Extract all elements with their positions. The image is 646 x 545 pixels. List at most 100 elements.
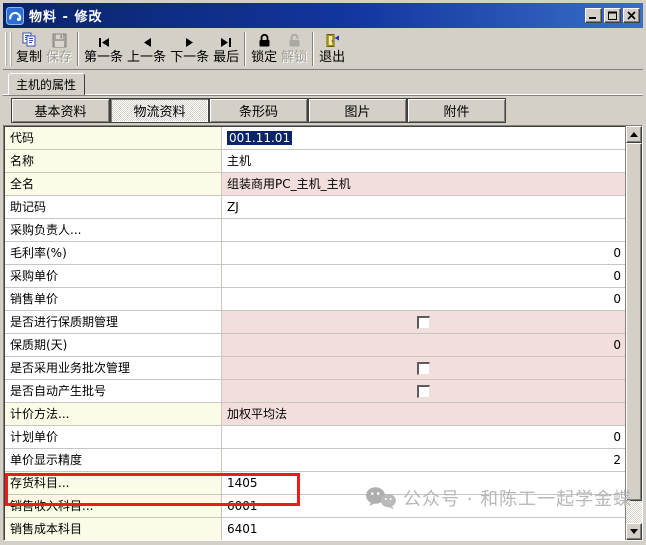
row-label: 销售收入科目... <box>5 495 222 518</box>
prev-icon <box>139 32 155 48</box>
last-icon <box>218 32 234 48</box>
save-button: 保存 <box>44 30 74 68</box>
row-value[interactable]: 6401 <box>222 518 625 540</box>
scroll-up-button[interactable] <box>626 126 642 143</box>
toolbar-separator <box>244 32 246 66</box>
row-value[interactable]: 0 <box>222 242 625 265</box>
titlebar: 物料 - 修改 <box>3 3 643 28</box>
row-value[interactable]: 2 <box>222 449 625 472</box>
minimize-button[interactable] <box>585 8 602 23</box>
row-value[interactable]: ZJ <box>222 196 625 219</box>
kingdee-logo-icon[interactable] <box>6 6 25 25</box>
row-value[interactable]: 0 <box>222 334 625 357</box>
row-value[interactable]: 0 <box>222 288 625 311</box>
grid-row: 采购负责人... <box>5 219 625 242</box>
unlock-button: 解锁 <box>279 30 309 68</box>
row-label: 名称 <box>5 150 222 173</box>
maximize-icon <box>608 11 617 20</box>
grid-row: 销售单价0 <box>5 288 625 311</box>
arrow-down-icon <box>630 529 638 538</box>
grid-row: 计划单价0 <box>5 426 625 449</box>
grid-row: 计价方法...加权平均法 <box>5 403 625 426</box>
tab-section[interactable]: 基本资料 <box>11 98 110 123</box>
row-value[interactable]: 组装商用PC_主机_主机 <box>222 173 625 196</box>
scroll-down-button[interactable] <box>626 523 642 540</box>
toolbar-button-label: 保存 <box>46 50 72 66</box>
row-label: 采购单价 <box>5 265 222 288</box>
row-label: 计价方法... <box>5 403 222 426</box>
copy-button[interactable]: 复制 <box>14 30 44 68</box>
arrow-up-icon <box>630 128 638 137</box>
row-label: 单价显示精度 <box>5 449 222 472</box>
row-label: 采购负责人... <box>5 219 222 242</box>
window-title: 物料 - 修改 <box>29 6 585 25</box>
tab-active-section[interactable]: 物流资料 <box>110 98 209 123</box>
save-icon <box>52 32 67 48</box>
last-button[interactable]: 最后 <box>211 30 241 68</box>
vertical-scrollbar[interactable] <box>625 126 642 540</box>
lock-icon <box>257 32 272 48</box>
tab-baseline <box>3 94 643 96</box>
toolbar-button-label: 锁定 <box>251 50 277 66</box>
property-tabstrip: 主机的属性 <box>3 70 643 96</box>
checkbox[interactable] <box>417 316 430 329</box>
row-label: 助记码 <box>5 196 222 219</box>
row-value[interactable]: 0 <box>222 265 625 288</box>
grid-row: 销售成本科目6401 <box>5 518 625 540</box>
row-value[interactable] <box>222 219 625 242</box>
next-button[interactable]: 下一条 <box>168 30 211 68</box>
section-button-row: 基本资料物流资料条形码图片附件 <box>3 96 643 125</box>
tab-section[interactable]: 条形码 <box>209 98 308 123</box>
row-value[interactable]: 0 <box>222 426 625 449</box>
toolbar-button-label: 第一条 <box>84 50 123 66</box>
toolbar-button-label: 解锁 <box>281 50 307 66</box>
unlock-icon <box>287 32 302 48</box>
copy-icon <box>21 32 37 48</box>
checkbox[interactable] <box>417 385 430 398</box>
toolbar-button-label: 最后 <box>213 50 239 66</box>
material-edit-window: 物料 - 修改 复制保存第一条上一条下一条最后锁定解锁退出 主机的属性 基本资料… <box>0 0 646 545</box>
row-label: 保质期(天) <box>5 334 222 357</box>
toolbar-separator <box>312 32 314 66</box>
grid-row: 全名组装商用PC_主机_主机 <box>5 173 625 196</box>
first-icon <box>96 32 112 48</box>
toolbar-button-label: 下一条 <box>170 50 209 66</box>
lock-button[interactable]: 锁定 <box>249 30 279 68</box>
exit-button[interactable]: 退出 <box>317 30 347 68</box>
grid-row: 采购单价0 <box>5 265 625 288</box>
row-label: 销售单价 <box>5 288 222 311</box>
row-label: 毛利率(%) <box>5 242 222 265</box>
row-label: 是否采用业务批次管理 <box>5 357 222 380</box>
row-label: 全名 <box>5 173 222 196</box>
toolbar-button-label: 上一条 <box>127 50 166 66</box>
maximize-button[interactable] <box>604 8 621 23</box>
row-label: 销售成本科目 <box>5 518 222 540</box>
first-button[interactable]: 第一条 <box>82 30 125 68</box>
grid-row: 是否自动产生批号 <box>5 380 625 403</box>
watermark: 公众号 · 和陈工一起学金蝶 <box>365 485 632 511</box>
watermark-text: 公众号 · 和陈工一起学金蝶 <box>403 485 632 511</box>
prev-button[interactable]: 上一条 <box>125 30 168 68</box>
row-value[interactable]: 加权平均法 <box>222 403 625 426</box>
checkbox[interactable] <box>417 362 430 375</box>
minimize-icon <box>589 11 598 20</box>
close-button[interactable] <box>623 8 640 23</box>
tab-material-properties[interactable]: 主机的属性 <box>8 73 85 95</box>
scrollbar-thumb[interactable] <box>626 143 642 501</box>
row-value[interactable]: 主机 <box>222 150 625 173</box>
row-value[interactable] <box>222 311 625 334</box>
row-label: 计划单价 <box>5 426 222 449</box>
row-value[interactable]: 001.11.01 <box>222 127 625 150</box>
tab-section[interactable]: 图片 <box>308 98 407 123</box>
grid-row: 单价显示精度2 <box>5 449 625 472</box>
grid-row: 名称主机 <box>5 150 625 173</box>
selected-text: 001.11.01 <box>227 131 292 145</box>
tab-section[interactable]: 附件 <box>407 98 506 123</box>
wechat-icon <box>365 486 397 510</box>
grid-row: 助记码ZJ <box>5 196 625 219</box>
grid-row: 保质期(天)0 <box>5 334 625 357</box>
row-value[interactable] <box>222 357 625 380</box>
row-value[interactable] <box>222 380 625 403</box>
row-label: 代码 <box>5 127 222 150</box>
toolbar-gripper[interactable] <box>5 32 12 66</box>
